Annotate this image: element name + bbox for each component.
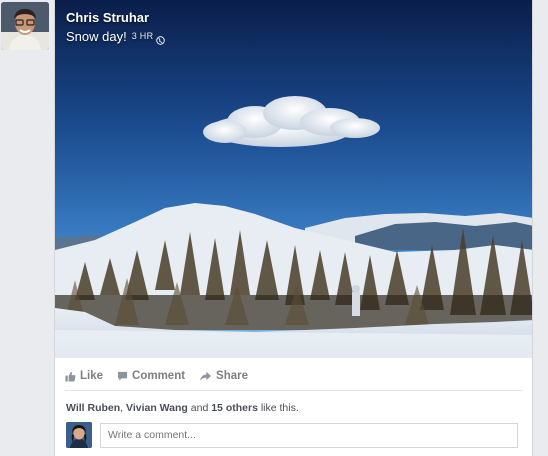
author-avatar[interactable] [1, 2, 49, 50]
comment-composer [66, 422, 518, 448]
share-button[interactable]: Share [199, 370, 248, 382]
comment-input[interactable] [100, 422, 518, 448]
comment-button[interactable]: Comment [117, 370, 185, 382]
globe-icon[interactable] [156, 32, 166, 45]
author-avatar-column [0, 0, 52, 52]
post-time[interactable]: 3 HR [132, 28, 154, 45]
actions-divider [65, 390, 522, 391]
post-photo[interactable] [55, 0, 532, 358]
likes-others-link[interactable]: 15 others [211, 402, 258, 414]
post-actions: Like Comment Share [65, 366, 262, 386]
likes-suffix: like this. [257, 402, 299, 414]
likes-summary: Will Ruben, Vivian Wang and 15 others li… [66, 402, 299, 414]
status-line: Snow day! 3 HR [66, 28, 166, 45]
share-label: Share [216, 370, 249, 382]
likes-and: and [187, 402, 212, 414]
viewer-avatar [66, 422, 92, 448]
post-card: Chris Struhar Snow day! 3 HR Like Commen… [54, 0, 533, 456]
thumbs-up-icon [65, 371, 76, 382]
like-label: Like [80, 370, 104, 382]
author-name[interactable]: Chris Struhar [66, 10, 165, 26]
comment-icon [117, 371, 128, 381]
like-button[interactable]: Like [65, 370, 103, 382]
liker-vivian-wang[interactable]: Vivian Wang [126, 402, 188, 414]
post-header: Chris Struhar Snow day! 3 HR [66, 10, 166, 45]
share-arrow-icon [200, 371, 212, 381]
liker-will-ruben[interactable]: Will Ruben [66, 402, 120, 414]
comment-label: Comment [132, 370, 186, 382]
status-text: Snow day! [66, 29, 127, 44]
